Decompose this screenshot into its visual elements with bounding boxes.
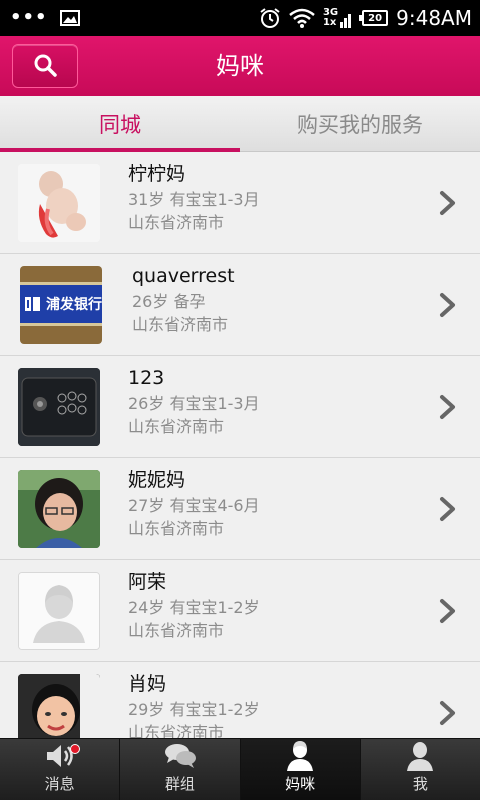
user-location: 山东省济南市 [128, 723, 225, 738]
user-location: 山东省济南市 [128, 213, 225, 232]
wifi-icon [289, 8, 315, 28]
list-item[interactable]: 阿荣 24岁 有宝宝1-2岁 山东省济南市 [0, 560, 480, 662]
clock: 9:48AM [396, 6, 472, 30]
list-item[interactable]: 123 26岁 有宝宝1-3月 山东省济南市 [0, 356, 480, 458]
nav-messages[interactable]: 消息 [0, 739, 121, 800]
list-item[interactable]: 柠柠妈 31岁 有宝宝1-3月 山东省济南市 [0, 152, 480, 254]
chevron-right-icon [440, 599, 455, 623]
child-photo [18, 674, 100, 738]
status-bar: ••• 3G 1x 20 9:48AM [0, 0, 480, 36]
avatar [18, 572, 100, 650]
unread-badge [70, 744, 80, 754]
avatar: 浦发银行 [20, 266, 102, 344]
list-item[interactable]: 肖妈 29岁 有宝宝1-2岁 山东省济南市 [0, 662, 480, 738]
user-location: 山东省济南市 [128, 417, 225, 436]
user-meta: 31岁 有宝宝1-3月 [128, 190, 260, 209]
user-name: 肖妈 [128, 673, 167, 695]
user-list: 柠柠妈 31岁 有宝宝1-3月 山东省济南市 浦发银行 quaverrest 2… [0, 152, 480, 738]
notification-dots: ••• [10, 7, 48, 28]
arcade-stick-photo [18, 368, 100, 446]
user-name: 妮妮妈 [128, 469, 186, 491]
app-header: 妈咪 [0, 36, 480, 96]
mom-icon [287, 741, 314, 771]
user-name: 阿荣 [128, 571, 167, 593]
chat-bubbles-icon [164, 744, 196, 768]
avatar [18, 164, 100, 242]
nav-moms[interactable]: 妈咪 [240, 739, 361, 800]
user-meta: 26岁 备孕 [132, 292, 206, 311]
chevron-right-icon [440, 497, 455, 521]
list-item[interactable]: 浦发银行 quaverrest 26岁 备孕 山东省济南市 [0, 254, 480, 356]
image-notification-icon [59, 10, 80, 26]
bank-sign-text: 浦发银行 [46, 297, 102, 313]
person-icon [407, 742, 434, 771]
nav-label: 群组 [164, 775, 195, 793]
nav-label: 妈咪 [285, 775, 316, 793]
page-title: 妈咪 [216, 52, 264, 80]
user-name: quaverrest [132, 265, 235, 287]
bottom-nav: 消息 群组 妈咪 我 [0, 738, 480, 800]
user-name: 123 [128, 367, 165, 389]
bank-logo-icon [25, 297, 40, 311]
user-meta: 29岁 有宝宝1-2岁 [128, 700, 260, 719]
chevron-right-icon [440, 293, 455, 317]
list-item[interactable]: 妮妮妈 27岁 有宝宝4-6月 山东省济南市 [0, 458, 480, 560]
user-meta: 27岁 有宝宝4-6月 [128, 496, 260, 515]
tab-same-city[interactable]: 同城 [0, 96, 240, 152]
user-name: 柠柠妈 [128, 163, 186, 185]
battery-icon: 20 [359, 10, 389, 26]
avatar [18, 470, 100, 548]
bank-sign-photo: 浦发银行 [20, 282, 102, 326]
cell-signal: 3G 1x [323, 8, 354, 28]
user-location: 山东省济南市 [132, 315, 229, 334]
woman-portrait [18, 470, 100, 548]
signal-bars-icon [340, 14, 352, 28]
alarm-icon [260, 8, 280, 28]
nav-label: 消息 [44, 775, 75, 793]
chevron-right-icon [440, 395, 455, 419]
avatar [18, 674, 100, 738]
network-sub: 1x [322, 17, 337, 28]
user-meta: 24岁 有宝宝1-2岁 [128, 598, 260, 617]
default-avatar [19, 573, 99, 649]
user-location: 山东省济南市 [128, 519, 225, 538]
avatar [18, 368, 100, 446]
tab-buy-services[interactable]: 购买我的服务 [240, 96, 480, 151]
nav-label: 我 [412, 775, 428, 793]
nav-groups[interactable]: 群组 [120, 739, 241, 800]
user-location: 山东省济南市 [128, 621, 225, 640]
tab-bar: 同城 购买我的服务 [0, 96, 480, 152]
user-meta: 26岁 有宝宝1-3月 [128, 394, 260, 413]
nav-me[interactable]: 我 [361, 739, 480, 800]
baby-photo [18, 164, 100, 242]
chevron-right-icon [440, 701, 455, 725]
chevron-right-icon [440, 191, 455, 215]
